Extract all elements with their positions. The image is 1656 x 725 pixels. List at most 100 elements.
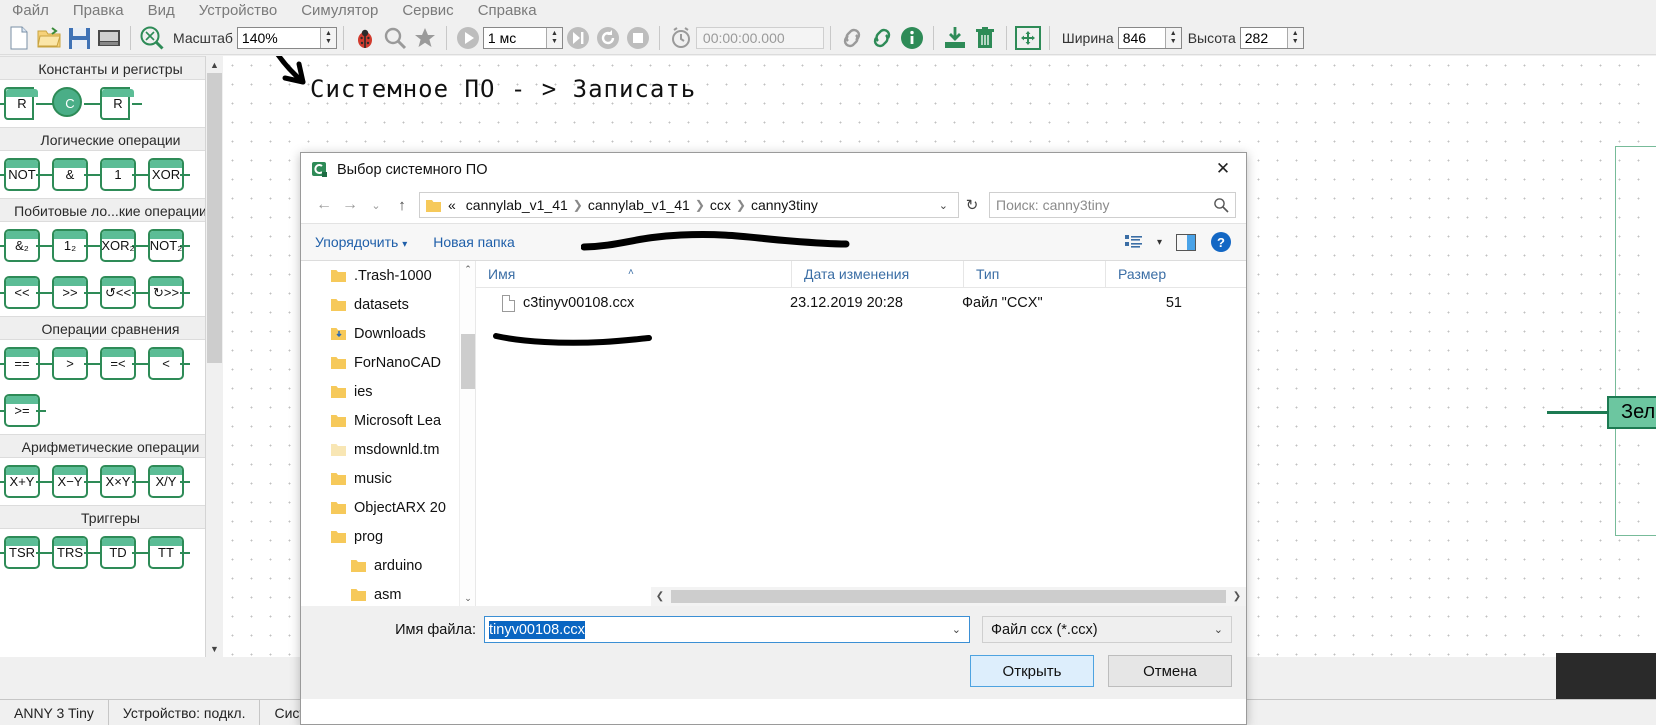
palette-block[interactable]: X−Y	[44, 465, 94, 498]
palette-block[interactable]: TRS	[44, 536, 94, 569]
new-document-icon[interactable]	[4, 23, 34, 53]
file-list-horizontal-scrollbar[interactable]: ❮ ❯	[651, 587, 1246, 606]
refresh-icon[interactable]: ↻	[959, 192, 985, 218]
breadcrumb-item-0[interactable]: cannylab_v1_41	[466, 197, 568, 213]
tree-item[interactable]: Downloads	[301, 319, 475, 348]
broken-link-icon[interactable]	[867, 23, 897, 53]
tree-scroll-thumb[interactable]	[461, 334, 475, 389]
width-spinner-arrows[interactable]: ▲ ▼	[1164, 28, 1181, 48]
palette-block[interactable]: X/Y	[140, 465, 190, 498]
hscroll-thumb[interactable]	[671, 590, 1226, 603]
palette-block[interactable]: <	[140, 347, 190, 380]
palette-block[interactable]: >	[44, 347, 94, 380]
tree-item[interactable]: ForNanoCAD	[301, 348, 475, 377]
zoom-fit-icon[interactable]	[137, 23, 167, 53]
trash-icon[interactable]	[970, 23, 1000, 53]
preview-pane-icon[interactable]	[1176, 233, 1196, 251]
close-icon[interactable]: ✕	[1200, 153, 1246, 185]
palette-block[interactable]: ↻>>	[140, 276, 190, 309]
palette-block[interactable]: ==	[0, 347, 46, 380]
run-icon[interactable]	[453, 23, 483, 53]
arrow-right-icon[interactable]: →	[337, 192, 363, 218]
palette-block[interactable]: XOR₂	[92, 229, 142, 262]
breadcrumb-chevron-2[interactable]: ❯	[734, 198, 748, 212]
palette-block[interactable]: 1₂	[44, 229, 94, 262]
palette-block[interactable]: TD	[92, 536, 142, 569]
arrow-up-icon[interactable]: ↑	[389, 192, 415, 218]
filter-chevron-down-icon[interactable]: ⌄	[1214, 623, 1223, 636]
palette-scroll-thumb[interactable]	[207, 73, 222, 363]
hscroll-right-icon[interactable]: ❯	[1228, 591, 1246, 602]
led-output-block[interactable]: Зеленый светодиод	[1547, 396, 1656, 429]
organize-button[interactable]: Упорядочить ▾	[315, 234, 407, 250]
menu-item-help[interactable]: Справка	[466, 0, 549, 22]
tree-item[interactable]: Microsoft Lea	[301, 406, 475, 435]
tree-scroll-up-icon[interactable]: ⌃	[460, 261, 475, 277]
tree-item[interactable]: prog	[301, 522, 475, 551]
download-to-device-icon[interactable]	[940, 23, 970, 53]
link-icon[interactable]	[837, 23, 867, 53]
file-list[interactable]: Имя ˄ Дата изменения Тип Размер c3tinyv0…	[476, 260, 1246, 606]
resize-canvas-icon[interactable]	[1013, 23, 1043, 53]
file-type-filter-select[interactable]: Файл ccx (*.ccx) ⌄	[982, 616, 1232, 643]
palette-block[interactable]: >>	[44, 276, 94, 309]
breadcrumb[interactable]: « cannylab_v1_41 ❯ cannylab_v1_41 ❯ ccx …	[419, 192, 959, 218]
filename-chevron-down-icon[interactable]: ⌄	[948, 623, 965, 636]
menu-item-file[interactable]: Файл	[0, 0, 61, 22]
palette-block[interactable]: X+Y	[0, 465, 46, 498]
palette-block[interactable]: TT	[140, 536, 190, 569]
magnifier-icon[interactable]	[380, 23, 410, 53]
search-icon[interactable]	[1213, 197, 1229, 213]
palette-block[interactable]: &	[44, 158, 94, 191]
sim-step-spinner-arrows[interactable]: ▲ ▼	[545, 28, 562, 48]
tree-item[interactable]: asm	[301, 580, 475, 606]
palette-block[interactable]: NOT₂	[140, 229, 190, 262]
breadcrumb-item-3[interactable]: canny3tiny	[751, 197, 818, 213]
recent-locations-chevron-down-icon[interactable]: ⌄	[363, 192, 389, 218]
sim-step-input[interactable]	[483, 28, 546, 48]
palette-block[interactable]: R	[92, 87, 142, 120]
scale-input[interactable]	[237, 28, 320, 48]
arrow-left-icon[interactable]: ←	[311, 192, 337, 218]
palette-block[interactable]: R	[0, 87, 46, 120]
sim-step-spinner[interactable]: ▲▼	[482, 27, 563, 49]
palette-block[interactable]: TSR	[0, 536, 46, 569]
help-icon[interactable]: ?	[1210, 231, 1232, 253]
palette-scroll-up-icon[interactable]: ▲	[206, 56, 223, 73]
menu-item-simulator[interactable]: Симулятор	[289, 0, 390, 22]
restart-icon[interactable]	[593, 23, 623, 53]
alarm-clock-icon[interactable]	[666, 23, 696, 53]
menu-item-device[interactable]: Устройство	[187, 0, 289, 22]
folder-tree[interactable]: .Trash-1000 datasets Downloads ForNanoCAD ie…	[301, 261, 476, 606]
column-header-size[interactable]: Размер	[1106, 261, 1206, 288]
palette-block[interactable]: ↺<<	[92, 276, 142, 309]
new-folder-button[interactable]: Новая папка	[433, 234, 515, 250]
organize-chevron-down-icon[interactable]: ▾	[402, 239, 407, 250]
save-icon[interactable]	[64, 23, 94, 53]
menu-item-service[interactable]: Сервис	[390, 0, 465, 22]
filename-input[interactable]: tinyv00108.ccx ⌄	[484, 616, 970, 643]
hscroll-left-icon[interactable]: ❮	[651, 591, 669, 602]
palette-block[interactable]: &₂	[0, 229, 46, 262]
file-row[interactable]: c3tinyv00108.ccx 23.12.2019 20:28 Файл "CC…	[476, 288, 1246, 318]
tree-item[interactable]: ObjectARX 20	[301, 493, 475, 522]
step-icon[interactable]	[563, 23, 593, 53]
palette-block[interactable]: X×Y	[92, 465, 142, 498]
palette-scroll-down-icon[interactable]: ▼	[206, 640, 223, 657]
tree-scrollbar[interactable]: ⌃ ⌄	[459, 261, 475, 606]
height-spinner-arrows[interactable]: ▲ ▼	[1286, 28, 1303, 48]
breadcrumb-item-2[interactable]: ccx	[710, 197, 731, 213]
height-spinner[interactable]: ▲▼	[1239, 27, 1304, 49]
menu-item-edit[interactable]: Правка	[61, 0, 136, 22]
breadcrumb-chevron-0[interactable]: ❯	[571, 198, 585, 212]
palette-block[interactable]: <<	[0, 276, 46, 309]
screenshot-icon[interactable]	[94, 23, 124, 53]
tree-item[interactable]: ies	[301, 377, 475, 406]
width-input[interactable]	[1118, 28, 1165, 48]
search-input[interactable]: Поиск: canny3tiny	[989, 192, 1236, 218]
tree-item[interactable]: msdownld.tm	[301, 435, 475, 464]
tree-item[interactable]: .Trash-1000	[301, 261, 475, 290]
breadcrumb-chevron-down-icon[interactable]: ⌄	[935, 199, 952, 212]
breadcrumb-chevron-1[interactable]: ❯	[693, 198, 707, 212]
tree-item[interactable]: music	[301, 464, 475, 493]
